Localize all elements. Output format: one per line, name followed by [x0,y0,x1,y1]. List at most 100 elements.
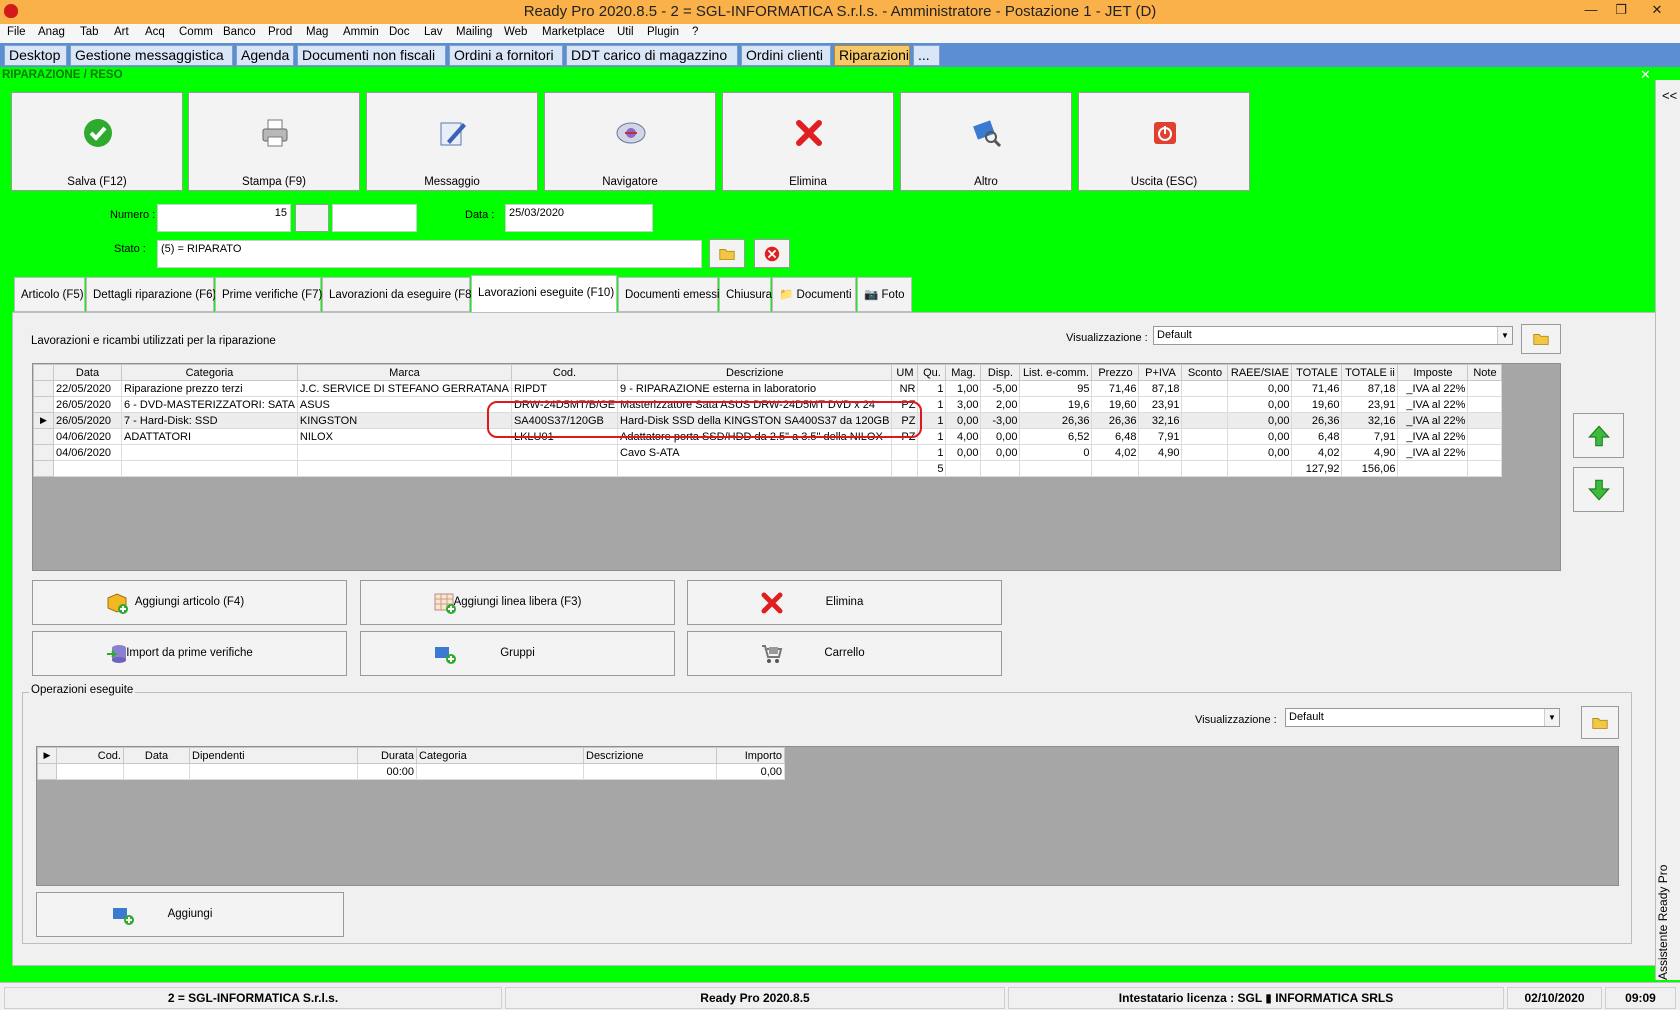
menu-art[interactable]: Art [114,26,129,38]
column-header[interactable]: Importo [716,747,785,764]
table-cell[interactable] [1181,444,1229,461]
tab-ddt-carico[interactable]: DDT carico di magazzino [566,45,738,66]
table-cell[interactable] [296,444,512,461]
table-cell[interactable]: 00:00 [357,763,417,780]
column-header[interactable]: Dipendenti [189,747,358,764]
close-button[interactable]: ✕ [1634,0,1680,22]
column-header[interactable]: List. e-comm. [1019,364,1093,381]
table-cell[interactable]: 26/05/2020 [53,412,122,429]
tab-riparazioni[interactable]: Riparazioni [834,45,910,66]
table-cell[interactable]: 32,16 [1341,412,1399,429]
table-cell[interactable]: 19,60 [1091,396,1140,413]
table-cell[interactable] [1467,396,1503,413]
menu-file[interactable]: File [7,26,26,38]
table-cell[interactable]: 0,00 [1227,380,1293,397]
numero-field[interactable]: 15 [157,204,291,232]
menu-tab[interactable]: Tab [80,26,99,38]
subwindow-close-button[interactable]: ✕ [1640,67,1651,83]
menu-prod[interactable]: Prod [268,26,292,38]
tab-lavorazioni-da-eseguire[interactable]: Lavorazioni da eseguire (F8) [322,277,475,312]
table-row[interactable]: 04/06/2020 Cavo S-ATA 1 0,00 0,00 0 4,02 4,90 0,… [33,444,1503,461]
table-cell[interactable]: 0,00 [1227,412,1293,429]
table-cell[interactable] [1181,412,1229,429]
table-cell[interactable] [416,763,584,780]
table-cell[interactable]: ADATTATORI [121,428,298,445]
assistant-label[interactable]: Assistente Ready Pro [1656,865,1670,980]
column-header[interactable]: Cod. [56,747,124,764]
table-cell[interactable] [123,763,190,780]
operazioni-grid[interactable]: ▶ Cod. Data Dipendenti Durata Categoria … [36,746,1619,886]
table-cell[interactable]: 7,91 [1341,428,1399,445]
column-header[interactable]: Prezzo [1091,364,1140,381]
menu-lav[interactable]: Lav [424,26,443,38]
table-cell[interactable]: _IVA al 22% [1397,444,1469,461]
column-header[interactable]: Marca [296,364,512,381]
table-cell[interactable]: 04/06/2020 [53,428,122,445]
menu-anag[interactable]: Anag [38,26,65,38]
tab-articolo[interactable]: Articolo (F5) [14,277,85,312]
table-cell[interactable]: 0,00 [1227,444,1293,461]
table-cell[interactable] [1467,412,1503,429]
tab-dettagli-riparazione[interactable]: Dettagli riparazione (F6) [86,277,216,312]
column-header[interactable]: Sconto [1181,364,1229,381]
tab-more[interactable]: ... [913,45,940,66]
table-cell[interactable]: 7,91 [1138,428,1183,445]
tab-chiusura[interactable]: Chiusura [719,277,772,312]
table-cell[interactable]: 0,00 [1227,428,1293,445]
menu-doc[interactable]: Doc [389,26,409,38]
table-cell[interactable]: 4,02 [1091,444,1140,461]
column-header[interactable]: RAEE/SIAE [1227,364,1293,381]
table-row[interactable]: 22/05/2020 Riparazione prezzo terzi J.C. S… [33,380,1503,397]
lavorazioni-grid[interactable]: Data Categoria Marca Cod. Descrizione UM… [32,363,1561,571]
table-cell[interactable]: _IVA al 22% [1397,396,1469,413]
chevron-down-icon[interactable]: ▼ [1544,709,1559,726]
tab-desktop[interactable]: Desktop [4,45,67,66]
column-header[interactable]: Imposte [1397,364,1469,381]
table-cell[interactable]: J.C. SERVICE DI STEFANO GERRATANA [296,380,512,397]
table-cell[interactable]: 4,90 [1138,444,1183,461]
menu-comm[interactable]: Comm [179,26,213,38]
table-cell[interactable]: 6,52 [1019,428,1093,445]
table-cell[interactable]: 71,46 [1291,380,1343,397]
table-cell[interactable] [121,444,298,461]
table-cell[interactable]: KINGSTON [296,412,512,429]
table-cell[interactable]: 22/05/2020 [53,380,122,397]
table-cell[interactable]: 19,6 [1019,396,1093,413]
tab-lavorazioni-eseguite[interactable]: Lavorazioni eseguite (F10) [471,275,617,313]
column-header[interactable]: Mag. [945,364,982,381]
operazioni-view-open-button[interactable] [1581,706,1619,739]
move-up-button[interactable] [1573,413,1624,458]
table-cell[interactable] [583,763,717,780]
table-cell[interactable]: 9 - RIPARAZIONE esterna in laboratorio [617,380,893,397]
tab-foto[interactable]: 📷 Foto [857,277,912,312]
tab-documenti-non-fiscali[interactable]: Documenti non fiscali [297,45,446,66]
table-cell[interactable]: _IVA al 22% [1397,428,1469,445]
groups-button[interactable]: Gruppi [360,631,675,676]
table-cell[interactable]: 1 [917,380,947,397]
table-cell[interactable]: 19,60 [1291,396,1343,413]
table-cell[interactable]: 04/06/2020 [53,444,122,461]
print-button[interactable]: Stampa (F9) [188,92,360,191]
tab-documenti[interactable]: 📁 Documenti [772,277,856,312]
menu-mag[interactable]: Mag [306,26,328,38]
table-cell[interactable]: 87,18 [1138,380,1183,397]
table-cell[interactable]: 6 - DVD-MASTERIZZATORI: SATA [121,396,298,413]
table-cell[interactable] [1181,396,1229,413]
navigator-button[interactable]: Navigatore [544,92,716,191]
delete-button[interactable]: Elimina [722,92,894,191]
table-cell[interactable]: -3,00 [980,412,1021,429]
cart-button[interactable]: Carrello [687,631,1002,676]
add-free-line-button[interactable]: Aggiungi linea libera (F3) [360,580,675,625]
table-cell[interactable]: 4,02 [1291,444,1343,461]
table-cell[interactable]: Riparazione prezzo terzi [121,380,298,397]
collapse-icon[interactable]: << [1662,88,1677,103]
import-prime-verifiche-button[interactable]: Import da prime verifiche [32,631,347,676]
table-cell[interactable]: 23,91 [1138,396,1183,413]
table-cell[interactable]: Cavo S-ATA [617,444,893,461]
tab-prime-verifiche[interactable]: Prime verifiche (F7) [215,277,322,312]
table-cell[interactable] [891,444,919,461]
table-cell[interactable]: 87,18 [1341,380,1399,397]
column-header[interactable]: Qu. [917,364,947,381]
table-cell[interactable] [510,444,619,461]
column-header[interactable]: Descrizione [617,364,893,381]
